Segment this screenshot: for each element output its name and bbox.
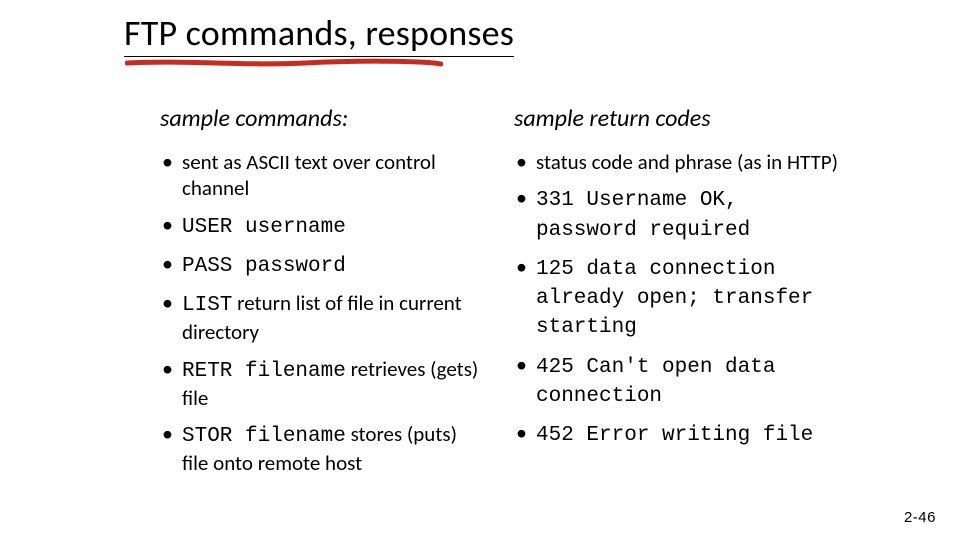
bullet-mono: STOR filename [182,425,346,448]
right-column-header: sample return codes [514,104,840,133]
bullet-mono: 452 Error writing file [536,424,813,447]
slide-title: FTP commands, responses [124,14,514,57]
list-item: LIST return list of file in current dire… [160,290,486,346]
list-item: sent as ASCII text over control channel [160,149,486,202]
bullet-mono: USER username [182,216,346,239]
bullet-text: status code and phrase (as in HTTP) [536,149,838,175]
list-item: 452 Error writing file [514,420,840,449]
bullet-mono: PASS password [182,255,346,278]
columns: sample commands: sent as ASCII text over… [160,104,840,487]
right-column: sample return codes status code and phra… [514,104,840,487]
list-item: 331 Username OK, password required [514,185,840,244]
bullet-mono: 425 Can't open data connection [536,356,775,408]
bullet-mono: 125 data connection already open; transf… [536,258,813,340]
list-item: 125 data connection already open; transf… [514,254,840,342]
left-column: sample commands: sent as ASCII text over… [160,104,486,487]
list-item: PASS password [160,251,486,280]
list-item: STOR filename stores (puts) file onto re… [160,421,486,477]
list-item: 425 Can't open data connection [514,352,840,411]
title-wrap: FTP commands, responses [124,14,514,57]
left-column-header: sample commands: [160,104,486,133]
list-item: status code and phrase (as in HTTP) [514,149,840,175]
bullet-mono: LIST [182,294,232,317]
list-item: USER username [160,212,486,241]
bullet-mono: RETR filename [182,360,346,383]
red-underline-icon [125,58,443,70]
left-bullet-list: sent as ASCII text over control channel … [160,149,486,477]
bullet-text: sent as ASCII text over control channel [182,149,436,201]
slide: FTP commands, responses sample commands:… [0,0,960,540]
bullet-mono: 331 Username OK, password required [536,189,750,241]
right-bullet-list: status code and phrase (as in HTTP) 331 … [514,149,840,449]
list-item: RETR filename retrieves (gets) file [160,356,486,412]
slide-number: 2-46 [904,509,936,526]
